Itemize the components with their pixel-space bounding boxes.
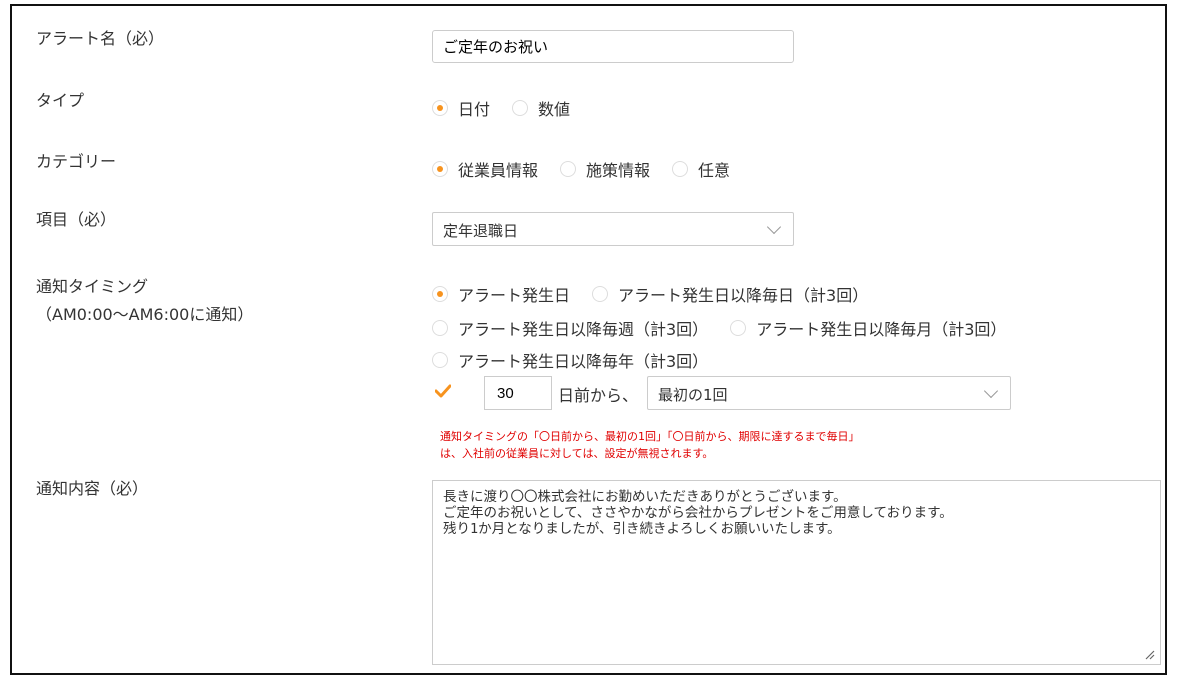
item-select-value: 定年退職日 bbox=[443, 222, 519, 240]
radio-icon[interactable] bbox=[730, 320, 747, 336]
timing-label: 通知タイミング bbox=[36, 277, 149, 296]
radio-icon[interactable] bbox=[432, 352, 448, 368]
timing-radio-row-2: アラート発生日以降毎週（計3回） アラート発生日以降毎月（計3回） bbox=[432, 316, 1028, 340]
radio-icon[interactable] bbox=[432, 320, 448, 336]
type-option-number-label: 数値 bbox=[538, 100, 571, 119]
type-option-number[interactable]: 数値 bbox=[512, 96, 570, 120]
timing-option-weekly[interactable]: アラート発生日以降毎週（計3回） bbox=[432, 316, 708, 340]
radio-selected-icon[interactable] bbox=[432, 161, 448, 177]
timing-warning-line1: 通知タイミングの「〇日前から、最初の1回」「〇日前から、期限に達するまで毎日」 bbox=[440, 430, 860, 443]
type-option-date[interactable]: 日付 bbox=[432, 96, 490, 120]
category-label: カテゴリー bbox=[36, 152, 117, 171]
type-option-date-label: 日付 bbox=[458, 100, 491, 119]
timing-option-daily[interactable]: アラート発生日以降毎日（計3回） bbox=[592, 282, 868, 306]
timing-option-daily-label: アラート発生日以降毎日（計3回） bbox=[618, 286, 869, 305]
category-option-employee[interactable]: 従業員情報 bbox=[432, 157, 538, 181]
timing-radio-row-1: アラート発生日 アラート発生日以降毎日（計3回） bbox=[432, 282, 890, 306]
timing-option-monthly[interactable]: アラート発生日以降毎月（計3回） bbox=[730, 316, 1006, 340]
category-option-measure[interactable]: 施策情報 bbox=[560, 157, 650, 181]
timing-sublabel: （AM0:00〜AM6:00に通知） bbox=[36, 305, 254, 324]
category-radio-group: 従業員情報 施策情報 任意 bbox=[432, 157, 752, 181]
advance-days-input[interactable] bbox=[484, 376, 552, 410]
radio-icon[interactable] bbox=[592, 286, 609, 302]
timing-option-weekly-label: アラート発生日以降毎週（計3回） bbox=[458, 320, 709, 339]
advance-mode-value: 最初の1回 bbox=[658, 386, 728, 404]
radio-icon[interactable] bbox=[560, 161, 577, 177]
advance-mode-select[interactable]: 最初の1回 bbox=[647, 376, 1011, 410]
category-option-measure-label: 施策情報 bbox=[586, 161, 651, 180]
radio-selected-icon[interactable] bbox=[432, 286, 448, 302]
timing-warning-line2: は、入社前の従業員に対しては、設定が無視されます。 bbox=[440, 447, 714, 460]
radio-icon[interactable] bbox=[672, 161, 689, 177]
timing-option-yearly-label: アラート発生日以降毎年（計3回） bbox=[458, 352, 709, 371]
content-textarea[interactable]: 長きに渡り〇〇株式会社にお勤めいただきありがとうございます。 ご定年のお祝いとし… bbox=[432, 480, 1161, 665]
timing-option-yearly[interactable]: アラート発生日以降毎年（計3回） bbox=[432, 348, 708, 372]
category-option-employee-label: 従業員情報 bbox=[458, 161, 539, 180]
timing-option-monthly-label: アラート発生日以降毎月（計3回） bbox=[756, 320, 1007, 339]
alert-settings-form: アラート名（必） タイプ 日付 数値 カテゴリー 従業員情報 施策情報 任意 項… bbox=[10, 4, 1167, 675]
checkmark-icon[interactable] bbox=[435, 384, 451, 398]
timing-radio-row-3: アラート発生日以降毎年（計3回） bbox=[432, 348, 730, 372]
advance-suffix: 日前から、 bbox=[558, 386, 639, 405]
item-label: 項目（必） bbox=[36, 210, 117, 229]
category-option-any-label: 任意 bbox=[698, 161, 731, 180]
chevron-down-icon bbox=[983, 383, 999, 399]
alert-name-label: アラート名（必） bbox=[36, 29, 165, 48]
resize-grip-icon[interactable] bbox=[1143, 648, 1155, 660]
radio-selected-icon[interactable] bbox=[432, 100, 448, 116]
item-select[interactable]: 定年退職日 bbox=[432, 212, 794, 246]
timing-option-on-day[interactable]: アラート発生日 bbox=[432, 282, 570, 306]
type-label: タイプ bbox=[36, 91, 85, 110]
radio-icon[interactable] bbox=[512, 100, 529, 116]
chevron-down-icon bbox=[766, 219, 782, 235]
category-option-any[interactable]: 任意 bbox=[672, 157, 730, 181]
timing-option-on-day-label: アラート発生日 bbox=[458, 286, 571, 305]
type-radio-group: 日付 数値 bbox=[432, 96, 592, 120]
content-label: 通知内容（必） bbox=[36, 479, 149, 498]
alert-name-input[interactable] bbox=[432, 30, 794, 63]
